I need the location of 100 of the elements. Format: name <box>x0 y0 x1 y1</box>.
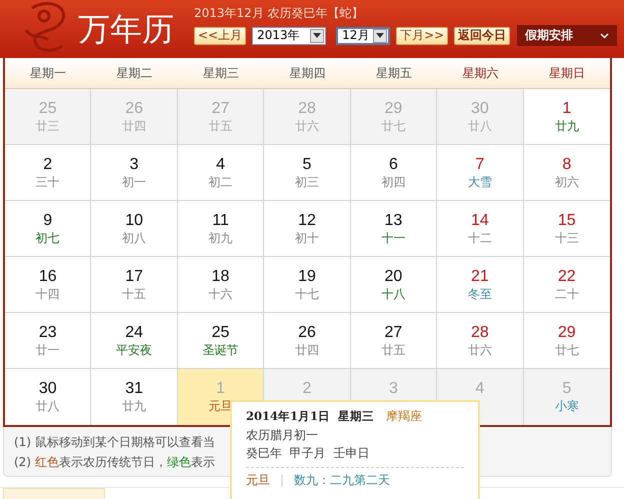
day-number: 12 <box>298 212 316 230</box>
day-number: 4 <box>216 156 226 174</box>
lunar-date: 十六 <box>208 286 233 302</box>
day-number: 20 <box>384 268 402 286</box>
year-select[interactable]: 2013年 <box>252 26 326 44</box>
day-number: 5 <box>562 380 572 398</box>
day-number: 15 <box>558 212 576 230</box>
holiday-menu[interactable]: 假期安排 <box>517 25 618 46</box>
weekday-label: 星期三 <box>202 64 240 82</box>
day-number: 17 <box>125 268 144 286</box>
day-cell[interactable]: 22 二十 <box>524 257 610 313</box>
day-cell[interactable]: 10 初八 <box>91 201 178 257</box>
day-cell[interactable]: 17 十五 <box>91 257 178 313</box>
day-cell[interactable]: 16 十四 <box>5 257 92 313</box>
lunar-date: 大雪 <box>468 174 492 190</box>
lunar-date: 廿三 <box>36 118 60 134</box>
day-cell[interactable]: 8 初六 <box>524 145 610 201</box>
lunar-date: 廿八 <box>36 398 60 414</box>
day-number: 5 <box>302 156 312 174</box>
day-cell[interactable]: 3 初一 <box>91 145 178 201</box>
day-cell[interactable]: 21 冬至 <box>437 257 524 313</box>
day-cell[interactable]: 23 廿一 <box>5 313 92 369</box>
day-number: 4 <box>475 380 484 398</box>
day-cell[interactable]: 5 初三 <box>264 145 351 201</box>
lunar-date: 圣诞节 <box>202 342 239 358</box>
day-cell[interactable]: 7 大雪 <box>437 145 524 201</box>
day-number: 25 <box>212 324 230 342</box>
lunar-date: 廿七 <box>381 118 406 134</box>
day-cell[interactable]: 20 十八 <box>350 257 438 313</box>
day-number: 23 <box>38 324 57 342</box>
day-number: 2 <box>43 156 52 174</box>
lunar-date: 十八 <box>381 286 406 302</box>
day-cell[interactable]: 6 初四 <box>350 145 438 201</box>
day-cell[interactable]: 27 廿五 <box>350 313 438 369</box>
next-month-button[interactable]: 下月>> <box>396 26 448 44</box>
day-cell[interactable]: 9 初七 <box>5 201 92 257</box>
day-cell[interactable]: 28 廿六 <box>437 313 524 369</box>
lunar-date: 十五 <box>122 286 146 302</box>
day-cell[interactable]: 5 小寒 <box>524 369 610 425</box>
note-text: (2) 红色表示农历传统节日，绿色表示 <box>14 454 215 471</box>
today-button[interactable]: 返回今日 <box>454 26 510 44</box>
prev-month-button[interactable]: <<上月 <box>194 26 246 44</box>
day-number: 19 <box>298 268 316 286</box>
day-number: 26 <box>125 100 144 118</box>
lunar-date: 廿四 <box>294 342 319 358</box>
day-cell[interactable]: 2 三十 <box>5 145 92 201</box>
day-cell[interactable]: 26 廿四 <box>264 313 351 369</box>
lunar-date: 廿六 <box>294 118 319 134</box>
dropdown-arrow-icon <box>313 33 322 38</box>
lunar-date: 廿九 <box>554 118 579 134</box>
lunar-date: 廿八 <box>468 118 492 134</box>
day-cell[interactable]: 13 十一 <box>350 201 438 257</box>
lunar-date: 廿五 <box>381 342 406 358</box>
month-select[interactable]: 12月 <box>336 26 390 44</box>
lunar-date: 初三 <box>294 174 319 190</box>
day-cell[interactable]: 11 初九 <box>178 201 264 257</box>
day-number: 7 <box>475 156 484 174</box>
weekday-label: 星期一 <box>29 64 68 82</box>
day-cell[interactable]: 29 廿七 <box>524 313 610 369</box>
weekday-label: 星期四 <box>288 64 326 82</box>
separator: | <box>280 473 284 488</box>
day-number: 1 <box>562 100 572 118</box>
day-number: 25 <box>38 100 57 118</box>
lunar-date: 廿五 <box>208 118 233 134</box>
app-title: 万年历 <box>78 9 175 50</box>
zodiac-sign: 摩羯座 <box>386 408 422 424</box>
day-cell[interactable]: 1 廿九 <box>524 89 610 145</box>
lunar-date: 冬至 <box>468 286 492 302</box>
lunar-date: 二十 <box>554 286 579 302</box>
lunar-date: 十四 <box>36 286 60 302</box>
day-cell[interactable]: 15 十三 <box>524 201 610 257</box>
lunar-date: 廿七 <box>554 342 579 358</box>
lunar-date: 三十 <box>36 174 60 190</box>
day-number: 22 <box>558 268 576 286</box>
day-cell[interactable]: 14 十二 <box>437 201 524 257</box>
weekday-label: 星期二 <box>116 64 154 82</box>
lunar-date: 十三 <box>554 230 579 246</box>
day-cell[interactable]: 19 十七 <box>264 257 351 313</box>
lunar-date: 初九 <box>208 230 233 246</box>
note-text: (1) 鼠标移动到某个日期格可以查看当 <box>14 434 215 451</box>
day-number: 18 <box>212 268 230 286</box>
day-number: 30 <box>38 380 57 398</box>
lunar-date: 十二 <box>468 230 492 246</box>
day-cell[interactable]: 25 圣诞节 <box>178 313 264 369</box>
day-cell[interactable]: 24 平安夜 <box>91 313 178 369</box>
lunar-date: 初七 <box>36 230 60 246</box>
day-number: 26 <box>298 324 316 342</box>
day-cell[interactable]: 4 初二 <box>178 145 264 201</box>
day-number: 2 <box>302 380 312 398</box>
day-number: 1 <box>216 380 226 398</box>
weekday-label: 星期五 <box>374 64 413 82</box>
day-number: 29 <box>384 100 402 118</box>
lunar-date: 初四 <box>381 174 406 190</box>
lunar-date: 初六 <box>554 174 579 190</box>
dropdown-arrow-icon <box>376 33 384 38</box>
day-cell[interactable]: 18 十六 <box>178 257 264 313</box>
day-number: 30 <box>470 100 489 118</box>
day-number: 24 <box>125 324 144 342</box>
day-cell[interactable]: 12 初十 <box>264 201 351 257</box>
lunar-date: 廿九 <box>122 398 146 414</box>
